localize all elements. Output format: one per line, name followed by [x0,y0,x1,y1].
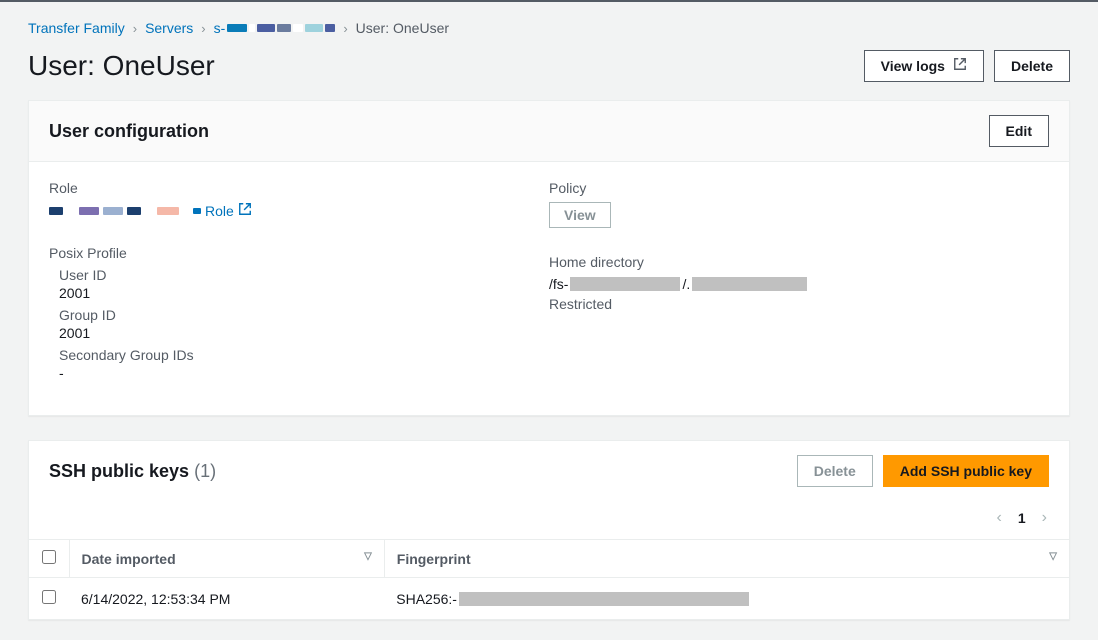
homedir-prefix: /fs- [549,276,568,292]
redacted-segment [145,207,153,215]
breadcrumb: Transfer Family › Servers › s- › User: O… [28,12,1070,50]
edit-config-button[interactable]: Edit [989,115,1049,147]
redacted-segment [570,277,680,291]
redacted-segment [305,24,323,32]
breadcrumb-current: User: OneUser [356,20,449,36]
page-title: User: OneUser [28,50,215,82]
chevron-right-icon: › [201,21,205,36]
ssh-panel-title-text: SSH public keys [49,461,189,481]
role-link-text: Role [205,203,234,219]
policy-view-button: View [549,202,611,228]
redacted-segment [127,207,141,215]
redacted-segment [227,24,247,32]
external-link-icon [953,57,967,75]
page-header: User: OneUser View logs Delete [28,50,1070,82]
redacted-segment [257,24,275,32]
server-id-prefix: s- [214,20,226,36]
config-panel-title: User configuration [49,121,209,142]
add-ssh-key-button[interactable]: Add SSH public key [883,455,1049,487]
next-page-button[interactable]: › [1040,507,1049,529]
redacted-segment [103,207,123,215]
view-logs-button[interactable]: View logs [864,50,984,82]
redacted-segment [157,207,179,215]
select-all-checkbox[interactable] [42,550,56,564]
home-directory-value: /fs- /. [549,276,1049,292]
ssh-panel-title: SSH public keys (1) [49,461,216,482]
prev-page-button[interactable]: ‹ [995,507,1004,529]
chevron-right-icon: › [343,21,347,36]
redacted-segment [293,24,303,32]
table-row: 6/14/2022, 12:53:34 PM SHA256:- [29,578,1069,620]
user-configuration-panel: User configuration Edit Role [28,100,1070,416]
redacted-segment [692,277,807,291]
group-id-label: Group ID [59,307,549,323]
breadcrumb-servers[interactable]: Servers [145,20,193,36]
home-directory-restricted: Restricted [549,296,1049,312]
ssh-keys-count: (1) [194,461,216,481]
redacted-segment [67,207,75,215]
redacted-segment [277,24,291,32]
redacted-segment [49,207,63,215]
redacted-segment [459,592,749,606]
redacted-segment [79,207,99,215]
policy-label: Policy [549,180,1049,196]
role-label: Role [49,180,549,196]
ssh-keys-table: Date imported Fingerprint 6/14/2022, 12:… [29,539,1069,619]
role-link[interactable]: Role [193,202,252,219]
secondary-group-ids-label: Secondary Group IDs [59,347,549,363]
cell-fingerprint: SHA256:- [384,578,1069,620]
user-id-label: User ID [59,267,549,283]
redacted-segment [249,24,255,32]
posix-profile-label: Posix Profile [49,245,549,261]
cell-date-imported: 6/14/2022, 12:53:34 PM [69,578,384,620]
breadcrumb-server-id[interactable]: s- [214,20,336,36]
chevron-right-icon: › [133,21,137,36]
role-value: Role [49,202,549,219]
column-fingerprint[interactable]: Fingerprint [384,540,1069,578]
pagination: ‹ 1 › [29,501,1069,539]
secondary-group-ids-value: - [59,365,549,381]
homedir-sep: /. [682,276,690,292]
delete-ssh-key-button[interactable]: Delete [797,455,873,487]
view-logs-label: View logs [881,57,945,75]
external-link-icon [238,202,252,219]
current-page-number: 1 [1018,510,1026,526]
home-directory-label: Home directory [549,254,1049,270]
redacted-segment [193,208,201,214]
select-row-checkbox[interactable] [42,590,56,604]
redacted-segment [325,24,335,32]
fingerprint-prefix: SHA256:- [396,591,457,607]
column-date-imported[interactable]: Date imported [69,540,384,578]
group-id-value: 2001 [59,325,549,341]
user-id-value: 2001 [59,285,549,301]
ssh-keys-panel: SSH public keys (1) Delete Add SSH publi… [28,440,1070,620]
delete-user-button[interactable]: Delete [994,50,1070,82]
breadcrumb-root[interactable]: Transfer Family [28,20,125,36]
